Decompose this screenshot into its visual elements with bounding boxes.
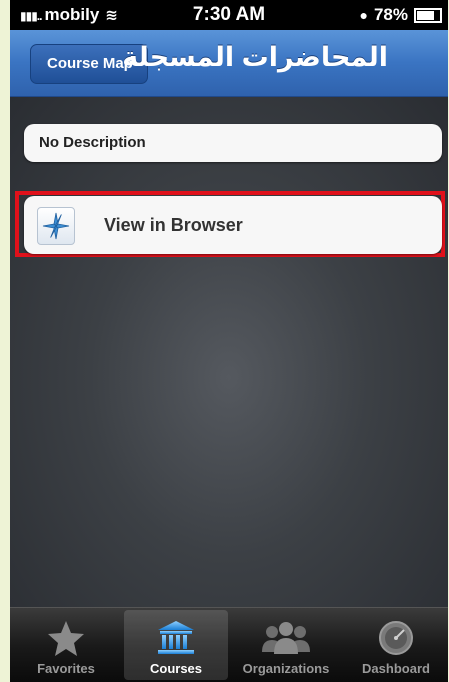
main-content: No Description View in Browser: [10, 97, 448, 607]
tab-dashboard[interactable]: Dashboard: [344, 610, 448, 680]
tab-label: Dashboard: [362, 661, 430, 676]
status-right: ● 78%: [359, 5, 442, 25]
compass-icon: [37, 207, 75, 245]
tab-organizations[interactable]: Organizations: [234, 610, 338, 680]
navigation-bar: Course Map المحاضرات المسجلة: [10, 30, 448, 97]
phone-screen: ▮▮▮.. mobily ≋ 7:30 AM ● 78% Course Map ال…: [10, 0, 448, 682]
status-bar: ▮▮▮.. mobily ≋ 7:30 AM ● 78%: [10, 0, 448, 30]
alarm-icon: ●: [359, 7, 368, 23]
tab-bar: Favorites Courses Organizations Dashboar…: [10, 607, 448, 682]
courses-building-icon: [158, 621, 194, 654]
star-icon: [48, 621, 84, 656]
description-cell: No Description: [24, 124, 442, 162]
tab-label: Favorites: [37, 661, 95, 676]
page-title: المحاضرات المسجلة: [122, 42, 388, 72]
tab-label: Courses: [149, 661, 203, 676]
people-icon: [262, 622, 310, 654]
view-in-browser-label: View in Browser: [104, 215, 243, 235]
gauge-icon: [379, 621, 413, 655]
battery-percent: 78%: [373, 5, 408, 24]
tab-courses[interactable]: Courses: [124, 610, 228, 680]
view-in-browser-button[interactable]: View in Browser: [24, 196, 442, 254]
battery-icon: [414, 7, 442, 23]
back-button-label: Course Map: [47, 55, 133, 72]
tab-label: Organizations: [242, 661, 330, 676]
tab-favorites[interactable]: Favorites: [14, 610, 118, 680]
